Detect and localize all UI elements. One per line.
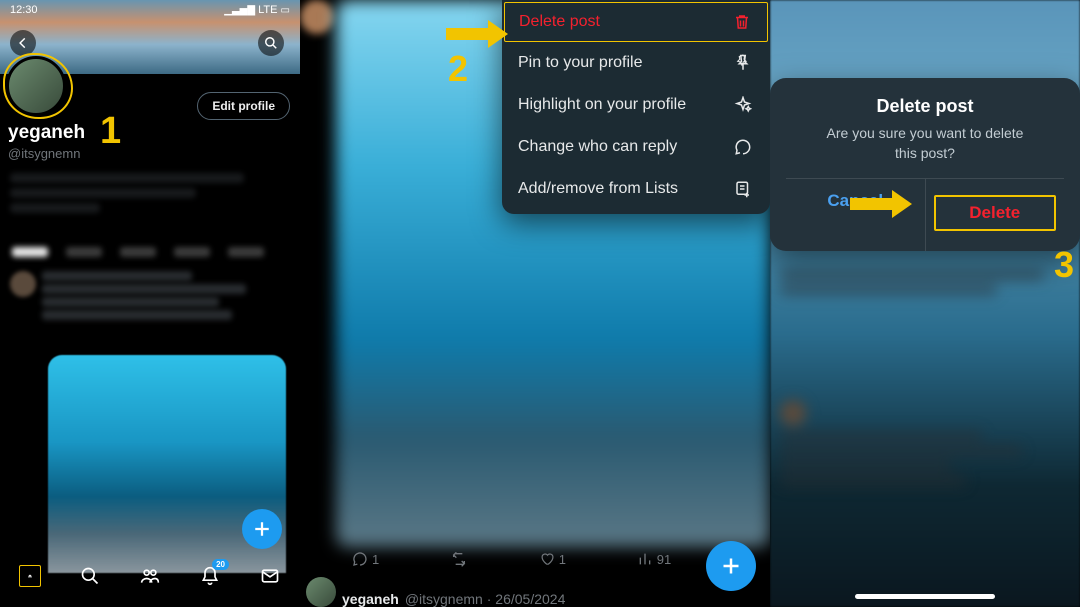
- compose-fab[interactable]: [706, 541, 756, 591]
- arrow-left-icon: [16, 36, 30, 50]
- nav-communities[interactable]: [139, 565, 161, 587]
- post-author-name[interactable]: yeganeh: [342, 591, 399, 607]
- trash-icon: [731, 13, 753, 31]
- delete-confirm-dialog: Delete post Are you sure you want to del…: [770, 78, 1080, 251]
- search-icon: [264, 36, 278, 50]
- dialog-title: Delete post: [786, 96, 1064, 117]
- nav-notifications[interactable]: 20: [199, 565, 221, 587]
- step-3-screenshot: Delete post Are you sure you want to del…: [770, 0, 1080, 607]
- nav-messages[interactable]: [259, 565, 281, 587]
- notif-badge: 20: [212, 559, 229, 570]
- heart-icon: [539, 551, 555, 567]
- repost-icon: [450, 551, 468, 567]
- status-time: 12:30: [10, 4, 38, 16]
- tutorial-arrow-3: [850, 192, 912, 216]
- dialog-delete-button[interactable]: Delete: [926, 179, 1065, 251]
- tutorial-arrow-2: [446, 22, 508, 46]
- menu-label: Pin to your profile: [518, 54, 643, 72]
- display-name: yeganeh: [8, 122, 85, 144]
- post-context-menu: Delete post Pin to your profile Highligh…: [502, 0, 770, 214]
- menu-label: Change who can reply: [518, 138, 677, 156]
- step-number-3: 3: [1054, 244, 1074, 286]
- home-indicator[interactable]: [855, 594, 995, 599]
- bottom-nav: 20: [0, 553, 300, 599]
- profile-avatar[interactable]: [6, 56, 66, 116]
- sparkle-icon: [732, 96, 754, 114]
- compose-fab[interactable]: [242, 509, 282, 549]
- status-bar: 12:30 ▁▃▅▇ LTE ▭: [0, 0, 300, 20]
- mail-icon: [260, 566, 280, 586]
- banner-search-button[interactable]: [258, 30, 284, 56]
- comment-icon: [352, 551, 368, 567]
- post-meta-row: yeganeh @itsygnemn · 26/05/2024: [342, 591, 770, 607]
- menu-delete-post[interactable]: Delete post: [504, 2, 768, 42]
- menu-label: Delete post: [519, 13, 600, 31]
- step-number-2: 2: [448, 48, 468, 90]
- list-add-icon: [732, 180, 754, 198]
- reply-icon: [732, 138, 754, 156]
- nav-home[interactable]: [19, 565, 41, 587]
- menu-label: Highlight on your profile: [518, 96, 686, 114]
- step-number-1: 1: [100, 110, 121, 153]
- nav-search[interactable]: [79, 565, 101, 587]
- pin-icon: [732, 54, 754, 72]
- dialog-body: Are you sure you want to delete this pos…: [786, 123, 1064, 164]
- reply-action[interactable]: 1: [352, 551, 379, 567]
- step-2-screenshot: Delete post Pin to your profile Highligh…: [300, 0, 770, 607]
- step-1-screenshot: 12:30 ▁▃▅▇ LTE ▭ Edit profile yeganeh @i…: [0, 0, 300, 607]
- profile-handle: @itsygnemn: [8, 146, 80, 161]
- post-author-avatar[interactable]: [306, 577, 336, 607]
- plus-icon: [721, 556, 741, 576]
- post-action-bar: 1 1 91: [352, 543, 758, 575]
- menu-highlight[interactable]: Highlight on your profile: [502, 84, 770, 126]
- views-action[interactable]: 91: [637, 551, 671, 567]
- menu-lists[interactable]: Add/remove from Lists: [502, 168, 770, 210]
- people-icon: [139, 566, 161, 586]
- menu-change-reply[interactable]: Change who can reply: [502, 126, 770, 168]
- menu-pin-profile[interactable]: Pin to your profile: [502, 42, 770, 84]
- tutorial-row: 12:30 ▁▃▅▇ LTE ▭ Edit profile yeganeh @i…: [0, 0, 1080, 607]
- chart-icon: [637, 551, 653, 567]
- menu-label: Add/remove from Lists: [518, 180, 678, 198]
- plus-icon: [253, 520, 271, 538]
- like-action[interactable]: 1: [539, 551, 566, 567]
- search-icon: [80, 566, 100, 586]
- status-network: ▁▃▅▇ LTE ▭: [224, 4, 290, 16]
- repost-action[interactable]: [450, 551, 468, 567]
- edit-profile-button[interactable]: Edit profile: [197, 92, 290, 120]
- home-icon: [28, 567, 32, 585]
